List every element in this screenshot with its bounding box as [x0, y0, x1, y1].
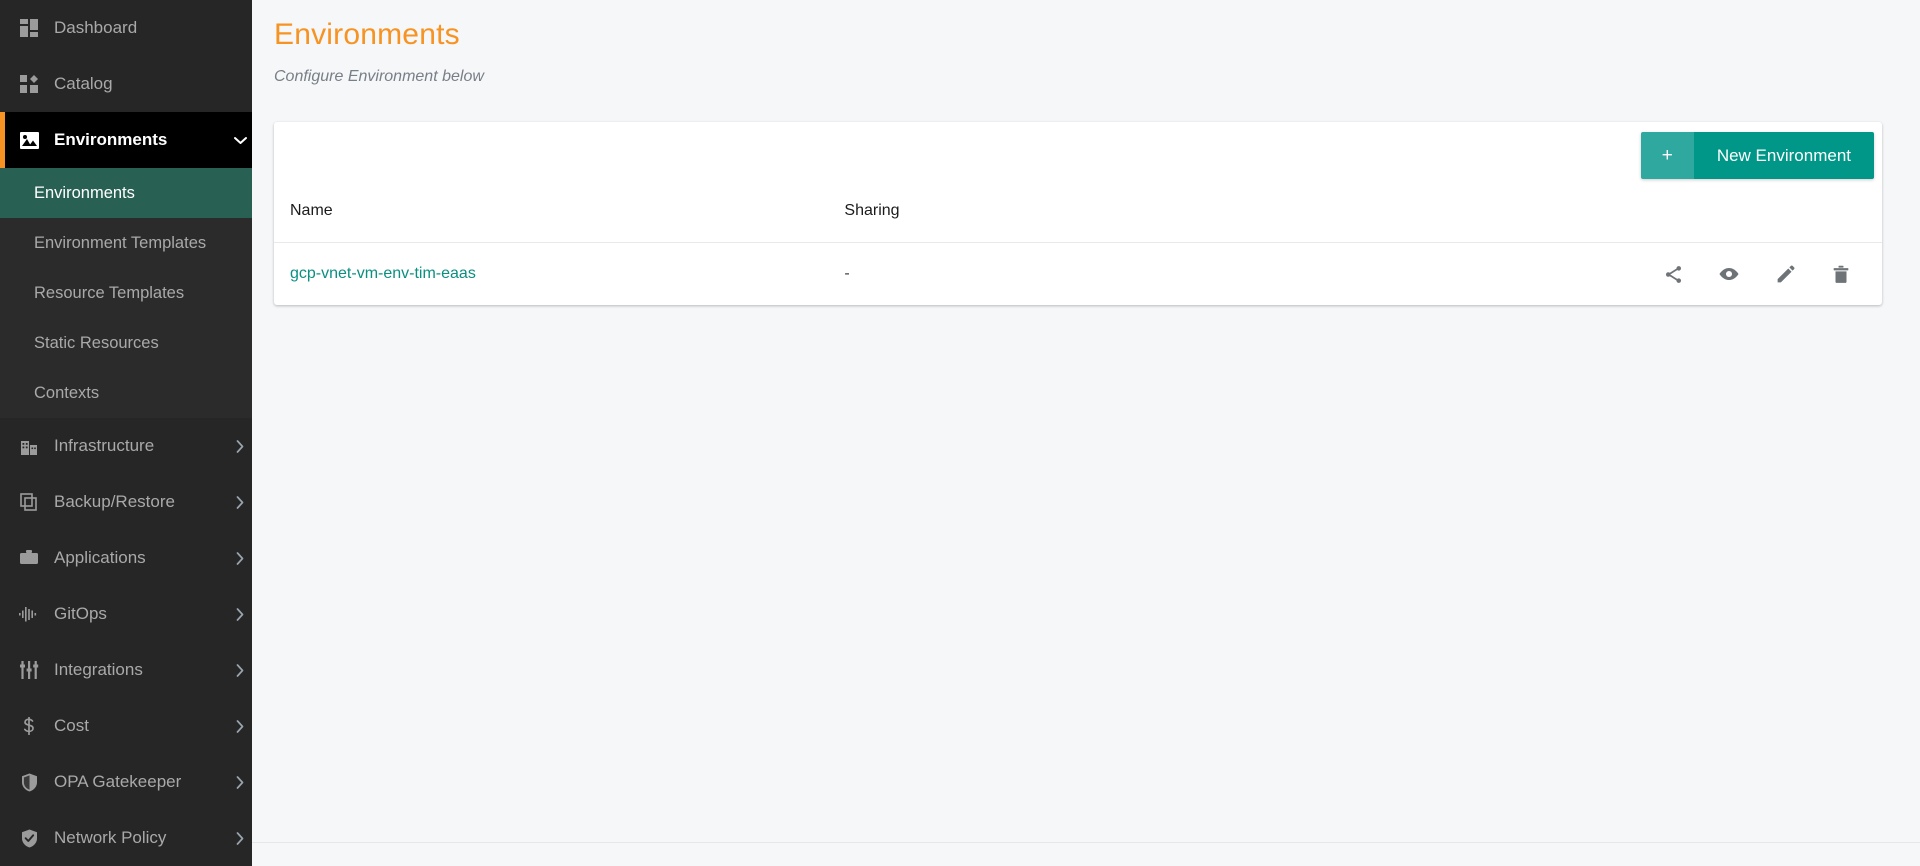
waveform-icon [16, 603, 42, 625]
shield-icon [16, 771, 42, 793]
page-title: Environments [274, 18, 460, 51]
pencil-icon[interactable] [1774, 263, 1796, 285]
table-body: gcp-vnet-vm-env-tim-eaas - [274, 243, 1882, 306]
sidebar-item-gitops[interactable]: GitOps [0, 586, 252, 642]
column-header-sharing: Sharing [828, 194, 1646, 243]
sidebar-subitem-static-resources[interactable]: Static Resources [0, 318, 252, 368]
card-toolbar: + New Environment [274, 122, 1882, 194]
sidebar-item-label: Dashboard [54, 18, 138, 37]
cell-name: gcp-vnet-vm-env-tim-eaas [274, 243, 828, 306]
sidebar-item-label: Applications [54, 548, 146, 567]
table-head: Name Sharing [274, 194, 1882, 243]
sidebar-item-label: OPA Gatekeeper [54, 772, 182, 791]
eye-icon[interactable] [1718, 263, 1740, 285]
chevron-right-icon[interactable] [228, 607, 252, 621]
chevron-right-icon[interactable] [228, 775, 252, 789]
building-icon [16, 435, 42, 457]
sidebar-item-cost[interactable]: Cost [0, 698, 252, 754]
sidebar-item-label: Environments [54, 130, 168, 149]
environments-card: + New Environment Name Sharing gcp-vnet-… [274, 122, 1882, 305]
sidebar-subitem-contexts[interactable]: Contexts [0, 368, 252, 418]
catalog-grid-icon [16, 73, 42, 95]
chevron-down-icon[interactable] [228, 136, 252, 145]
chevron-right-icon[interactable] [228, 495, 252, 509]
new-environment-label: New Environment [1693, 132, 1874, 179]
page-subtitle: Configure Environment below [274, 68, 484, 85]
sidebar-item-backup-restore[interactable]: Backup/Restore [0, 474, 252, 530]
sidebar-subitem-environment-templates[interactable]: Environment Templates [0, 218, 252, 268]
main-content: Environments Configure Environment below… [252, 0, 1920, 866]
sidebar-item-label: Catalog [54, 74, 113, 93]
sidebar-item-catalog[interactable]: Catalog [0, 56, 252, 112]
sliders-icon [16, 659, 42, 681]
plus-icon: + [1640, 132, 1694, 179]
sidebar: Dashboard Catalog Environments Environme… [0, 0, 252, 866]
sidebar-subnav-environments: Environments Environment Templates Resou… [0, 168, 252, 418]
sidebar-item-label: Backup/Restore [54, 492, 175, 511]
briefcase-icon [16, 547, 42, 569]
sidebar-item-applications[interactable]: Applications [0, 530, 252, 586]
copy-layers-icon [16, 491, 42, 513]
chevron-right-icon[interactable] [228, 831, 252, 845]
sidebar-item-label: Infrastructure [54, 436, 155, 455]
sidebar-item-label: GitOps [54, 604, 107, 623]
sidebar-subitem-label: Resource Templates [34, 283, 185, 302]
column-header-name: Name [274, 194, 829, 243]
share-icon[interactable] [1662, 263, 1684, 285]
cell-actions [1646, 243, 1882, 306]
row-actions [1662, 263, 1882, 285]
environments-image-icon [16, 129, 42, 151]
sidebar-subitem-label: Static Resources [34, 333, 159, 352]
sidebar-subitem-label: Environment Templates [34, 233, 207, 252]
sidebar-item-network-policy[interactable]: Network Policy [0, 810, 252, 866]
new-environment-button[interactable]: + New Environment [1640, 132, 1874, 179]
sidebar-item-dashboard[interactable]: Dashboard [0, 0, 252, 56]
sidebar-item-label: Integrations [54, 660, 143, 679]
bottom-divider [252, 842, 1920, 843]
dollar-icon [16, 715, 42, 737]
environments-table: Name Sharing gcp-vnet-vm-env-tim-eaas - [274, 194, 1882, 305]
trash-icon[interactable] [1830, 263, 1852, 285]
app-root: Dashboard Catalog Environments Environme… [0, 0, 1920, 866]
chevron-right-icon[interactable] [228, 439, 252, 453]
environment-name-link[interactable]: gcp-vnet-vm-env-tim-eaas [290, 265, 476, 282]
sidebar-item-infrastructure[interactable]: Infrastructure [0, 418, 252, 474]
table-row: gcp-vnet-vm-env-tim-eaas - [274, 243, 1882, 306]
sidebar-item-integrations[interactable]: Integrations [0, 642, 252, 698]
sidebar-item-environments[interactable]: Environments [0, 112, 252, 168]
sidebar-subitem-resource-templates[interactable]: Resource Templates [0, 268, 252, 318]
sidebar-item-label: Cost [54, 716, 89, 735]
column-header-actions [1646, 194, 1882, 243]
sidebar-subitem-environments[interactable]: Environments [0, 168, 252, 218]
chevron-right-icon[interactable] [228, 551, 252, 565]
cell-sharing: - [844, 265, 850, 282]
sidebar-subitem-label: Environments [34, 183, 135, 202]
sidebar-item-opa-gatekeeper[interactable]: OPA Gatekeeper [0, 754, 252, 810]
chevron-right-icon[interactable] [228, 663, 252, 677]
sidebar-item-label: Network Policy [54, 828, 167, 847]
dashboard-grid-icon [16, 17, 42, 39]
sidebar-subitem-label: Contexts [34, 383, 100, 402]
table-header-row: Name Sharing [274, 194, 1882, 243]
page-header: Environments Configure Environment below [252, 0, 1920, 86]
shield-check-icon [16, 827, 42, 849]
chevron-right-icon[interactable] [228, 719, 252, 733]
